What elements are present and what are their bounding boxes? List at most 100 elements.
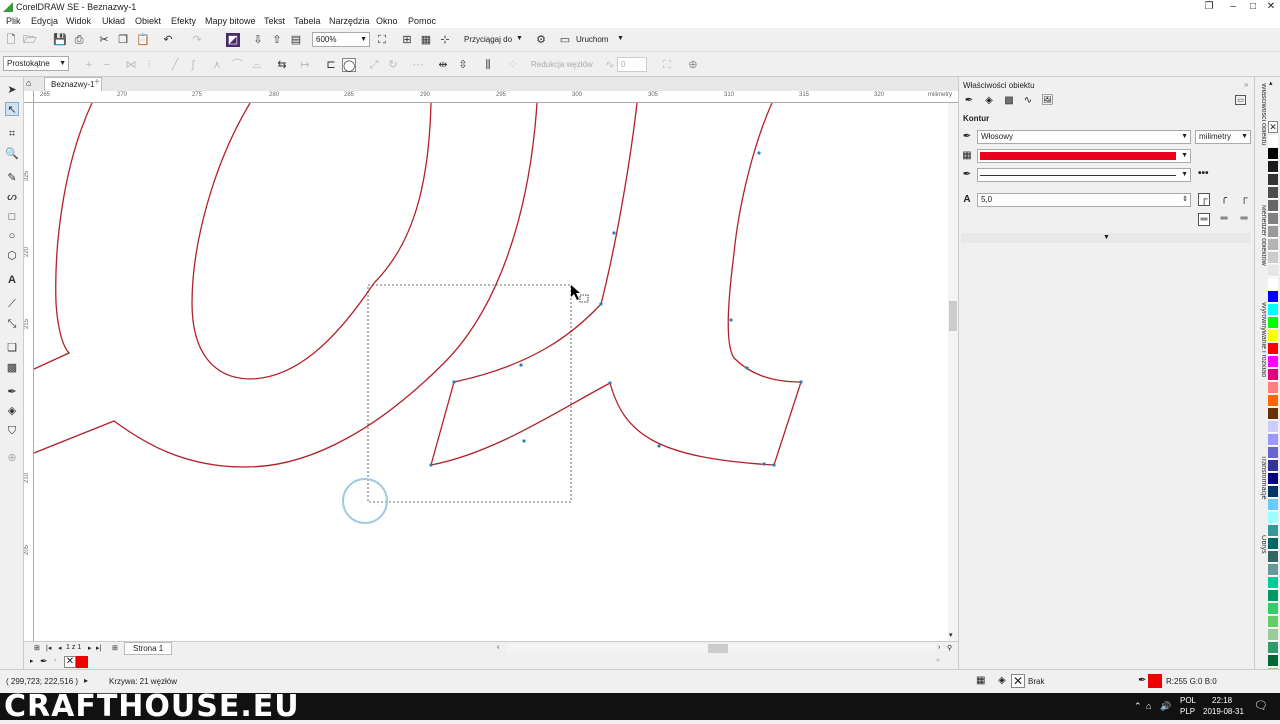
to-curve-icon[interactable]: ∫ [186, 58, 200, 72]
palette-swatch[interactable] [1268, 343, 1278, 355]
vertical-ruler[interactable]: 225 220 215 210 205 [24, 103, 34, 641]
interactive-fill-tool-icon[interactable]: ◈ [5, 404, 19, 418]
curve-smoothness-field[interactable]: 0 [617, 57, 647, 72]
zoom-tool-icon[interactable]: 🔍 [5, 147, 19, 161]
bitmap-icon[interactable]: 🖼 [1041, 95, 1054, 106]
volume-icon[interactable]: 🔊 [1160, 701, 1171, 712]
delete-node-icon[interactable]: − [100, 58, 114, 72]
close-button[interactable]: ✕ [1260, 0, 1280, 14]
home-icon[interactable]: ⌂ [26, 78, 31, 88]
palette-swatch[interactable] [1268, 603, 1278, 615]
palette-swatch[interactable] [1268, 512, 1278, 524]
palette-swatch[interactable] [1268, 317, 1278, 329]
outline-width-field[interactable]: Włosowy ▼ [977, 130, 1191, 144]
ellipse-tool-icon[interactable]: ○ [5, 229, 19, 243]
palette-swatch[interactable] [1268, 486, 1278, 498]
outline-color-indicator[interactable] [1148, 674, 1162, 688]
extract-subpath-icon[interactable]: ⊏ [324, 58, 338, 72]
no-fill-swatch[interactable]: ✕ [1268, 121, 1278, 133]
palette-swatch[interactable] [1268, 330, 1278, 342]
add-tool-icon[interactable]: ⊕ [5, 451, 19, 465]
palette-swatch[interactable] [1268, 278, 1278, 290]
smooth-node-icon[interactable]: ⌒ [230, 58, 244, 72]
connector-tool-icon[interactable]: ⤡ [5, 317, 19, 331]
collapse-panel-icon[interactable]: » [1244, 80, 1248, 89]
line-style-picker[interactable]: ▼ [977, 168, 1191, 182]
miter-join-icon[interactable]: ┌ [1198, 193, 1210, 206]
palette-scroll-up-icon[interactable]: ▴ [1269, 79, 1273, 87]
menu-item-pomoc[interactable]: Pomoc [408, 16, 436, 26]
palette-swatch[interactable] [1268, 252, 1278, 264]
launch-icon[interactable]: ▭ [558, 33, 572, 47]
palette-swatch[interactable] [1268, 135, 1278, 147]
redo-icon[interactable]: ↷ [190, 33, 204, 47]
red-color-swatch[interactable] [76, 656, 88, 668]
close-curve-icon[interactable]: ◯ [342, 58, 356, 72]
show-bounding-box-icon[interactable]: ⛶ [660, 58, 674, 72]
drop-shadow-tool-icon[interactable]: ❑ [5, 341, 19, 355]
cut-icon[interactable]: ✂ [97, 33, 111, 47]
round-cap-icon[interactable]: ═ [1218, 213, 1230, 224]
palette-swatch[interactable] [1268, 590, 1278, 602]
launch-dropdown[interactable]: Uruchom [576, 35, 608, 44]
copy-icon[interactable]: ❐ [116, 33, 130, 47]
freehand-tool-icon[interactable]: ✎ [5, 171, 19, 185]
keyboard-layout-indicator[interactable]: PLP [1180, 707, 1195, 716]
elastic-mode-icon[interactable]: ⫼ [481, 58, 495, 72]
palette-swatch[interactable] [1268, 239, 1278, 251]
language-indicator[interactable]: POL [1180, 696, 1196, 705]
zoom-level-combo[interactable]: 600% ▼ [312, 32, 370, 47]
tray-chevron-icon[interactable]: ⌃ [1134, 701, 1142, 712]
rectangle-tool-icon[interactable]: □ [5, 210, 19, 224]
palette-options-icon[interactable]: ▸ [30, 657, 34, 665]
add-tab-icon[interactable]: + [94, 77, 100, 88]
palette-swatch[interactable] [1268, 304, 1278, 316]
eyedropper-tool-icon[interactable]: ✒ [5, 385, 19, 399]
open-icon[interactable]: 🗁 [23, 33, 37, 47]
extend-curve-icon[interactable]: ↦ [298, 58, 312, 72]
horizontal-ruler[interactable]: 265 270 275 280 285 290 295 300 305 310 … [34, 91, 958, 103]
reflect-horizontal-icon[interactable]: ⇹ [436, 58, 450, 72]
palette-swatch[interactable] [1268, 421, 1278, 433]
to-line-icon[interactable]: ╱ [168, 58, 182, 72]
show-guidelines-icon[interactable]: ⊹ [438, 33, 452, 47]
undo-icon[interactable]: ↶ [161, 33, 175, 47]
palette-swatch[interactable] [1268, 161, 1278, 173]
palette-swatch[interactable] [1268, 642, 1278, 654]
previous-page-icon[interactable]: ◂ [58, 644, 62, 652]
page-tab[interactable]: Strona 1 [124, 642, 173, 655]
symmetrical-node-icon[interactable]: ⌓ [250, 58, 264, 72]
polygon-tool-icon[interactable]: ⬡ [5, 249, 19, 263]
outline-pen-icon[interactable]: ✒ [1138, 675, 1146, 686]
rotate-nodes-icon[interactable]: ↻ [386, 58, 400, 72]
shape-tool-icon[interactable]: ↖ [5, 102, 19, 116]
scroll-left-icon[interactable]: ‹ [497, 644, 499, 651]
palette-swatch[interactable] [1268, 551, 1278, 563]
show-grid-icon[interactable]: ▦ [419, 33, 433, 47]
crop-tool-icon[interactable]: ⌗ [5, 127, 19, 141]
transparency-tool-icon[interactable]: ▩ [5, 361, 19, 375]
round-join-icon[interactable]: ╭ [1218, 193, 1230, 204]
chevron-down-icon[interactable]: ▾ [949, 631, 953, 639]
text-tool-icon[interactable]: A [5, 273, 19, 287]
palette-swatch[interactable] [1268, 395, 1278, 407]
fill-bucket-icon[interactable]: ◈ [998, 675, 1006, 686]
minimize-button[interactable]: – [1222, 0, 1244, 14]
fill-bucket-icon[interactable]: ◈ [983, 95, 995, 106]
cusp-node-icon[interactable]: ⋏ [210, 58, 224, 72]
clock-date[interactable]: 2019-08-31 [1203, 707, 1244, 716]
miter-limit-field[interactable]: 5,0 ⇕ [977, 193, 1191, 207]
clock-time[interactable]: 22:18 [1212, 696, 1232, 705]
menu-item-okno[interactable]: Okno [376, 16, 398, 26]
palette-swatch[interactable] [1268, 291, 1278, 303]
document-tab[interactable]: Beznazwy-1 [44, 77, 102, 91]
next-page-icon[interactable]: ▸ [88, 644, 92, 652]
palette-swatch[interactable] [1268, 265, 1278, 277]
snap-to-dropdown[interactable]: Przyciągaj do [464, 35, 512, 44]
paste-icon[interactable]: 📋 [136, 33, 150, 47]
palette-swatch[interactable] [1268, 213, 1278, 225]
transparency-icon[interactable]: ▩ [1003, 95, 1015, 106]
vertical-scrollbar-thumb[interactable] [949, 301, 957, 331]
menu-item-mapy-bitowe[interactable]: Mapy bitowe [205, 16, 256, 26]
horizontal-scrollbar-thumb[interactable] [708, 644, 728, 653]
